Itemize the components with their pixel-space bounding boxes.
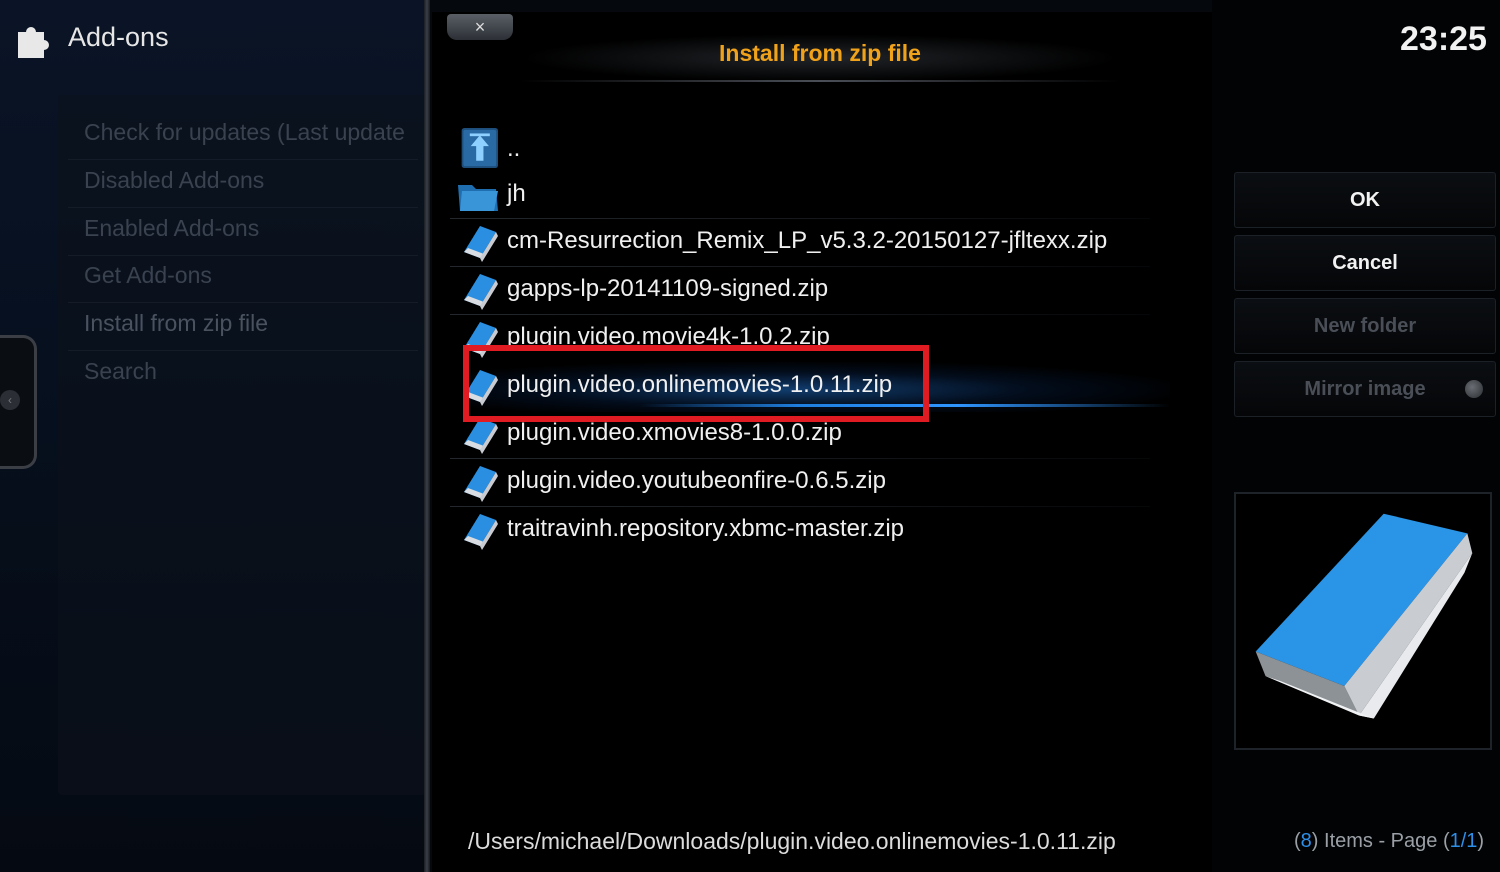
selected-path: /Users/michael/Downloads/plugin.video.on…	[468, 828, 1116, 854]
menu-divider	[68, 159, 418, 160]
mirror-image-toggle[interactable]: Mirror image	[1234, 361, 1496, 417]
items-page-status: (8) Items - Page (1/1)	[1294, 830, 1484, 853]
file-name: plugin.video.xmovies8-1.0.0.zip	[507, 419, 842, 446]
zip-file-icon	[464, 466, 498, 502]
status-open-paren: (	[1294, 830, 1301, 852]
menu-item-search[interactable]: Search	[84, 358, 426, 385]
annotation-highlight-box	[463, 345, 929, 422]
menu-item-enabled-addons[interactable]: Enabled Add-ons	[84, 215, 426, 242]
radio-indicator-icon	[1465, 380, 1483, 398]
chevron-left-icon: ‹	[0, 390, 20, 410]
page-number: 1/1	[1449, 830, 1478, 852]
file-name: cm-Resurrection_Remix_LP_v5.3.2-20150127…	[507, 227, 1108, 254]
menu-item-disabled-addons[interactable]: Disabled Add-ons	[84, 167, 426, 194]
parent-folder-icon	[461, 128, 498, 168]
ok-button[interactable]: OK	[1234, 172, 1496, 228]
items-count: 8	[1300, 830, 1312, 852]
zip-file-icon	[464, 274, 498, 310]
clock: 23:25	[1400, 20, 1487, 58]
list-item[interactable]: cm-Resurrection_Remix_LP_v5.3.2-20150127…	[450, 219, 1180, 265]
menu-divider	[68, 255, 418, 256]
mirror-image-label: Mirror image	[1304, 378, 1426, 400]
file-name: gapps-lp-20141109-signed.zip	[507, 275, 829, 302]
file-name: traitravinh.repository.xbmc-master.zip	[507, 515, 905, 542]
zip-file-icon	[464, 226, 498, 262]
puzzle-icon	[18, 27, 49, 58]
zip-file-icon	[464, 514, 498, 550]
cancel-button[interactable]: Cancel	[1234, 235, 1496, 291]
list-item[interactable]: plugin.video.youtubeonfire-0.6.5.zip	[450, 459, 1180, 505]
file-preview	[1234, 492, 1492, 750]
file-name: plugin.video.youtubeonfire-0.6.5.zip	[507, 467, 886, 494]
folder-icon	[458, 185, 498, 211]
panel-divider	[424, 0, 430, 872]
close-button[interactable]: ×	[447, 14, 513, 40]
list-item[interactable]: gapps-lp-20141109-signed.zip	[450, 267, 1180, 313]
menu-item-get-addons[interactable]: Get Add-ons	[84, 262, 426, 289]
menu-item-check-updates[interactable]: Check for updates (Last update	[84, 119, 426, 146]
dialog-title: Install from zip file	[719, 40, 921, 66]
list-item[interactable]: ..	[450, 125, 1180, 171]
menu-item-install-from-zip[interactable]: Install from zip file	[84, 310, 426, 337]
status-close-paren: )	[1477, 830, 1485, 852]
addons-menu: Check for updates (Last update Disabled …	[58, 95, 426, 795]
menu-divider	[68, 207, 418, 208]
list-item[interactable]: traitravinh.repository.xbmc-master.zip	[450, 507, 1180, 553]
side-menu-tab[interactable]: ‹	[0, 335, 37, 469]
menu-divider	[68, 302, 418, 303]
zip-file-large-icon	[1255, 513, 1473, 719]
section-title: Add-ons	[68, 22, 169, 52]
menu-divider	[68, 350, 418, 351]
new-folder-button[interactable]: New folder	[1234, 298, 1496, 354]
list-item[interactable]: jh	[450, 172, 1180, 218]
items-label: ) Items - Page (	[1311, 830, 1450, 852]
file-name: ..	[507, 135, 521, 162]
file-name: jh	[507, 180, 526, 207]
title-underline	[520, 80, 1120, 82]
